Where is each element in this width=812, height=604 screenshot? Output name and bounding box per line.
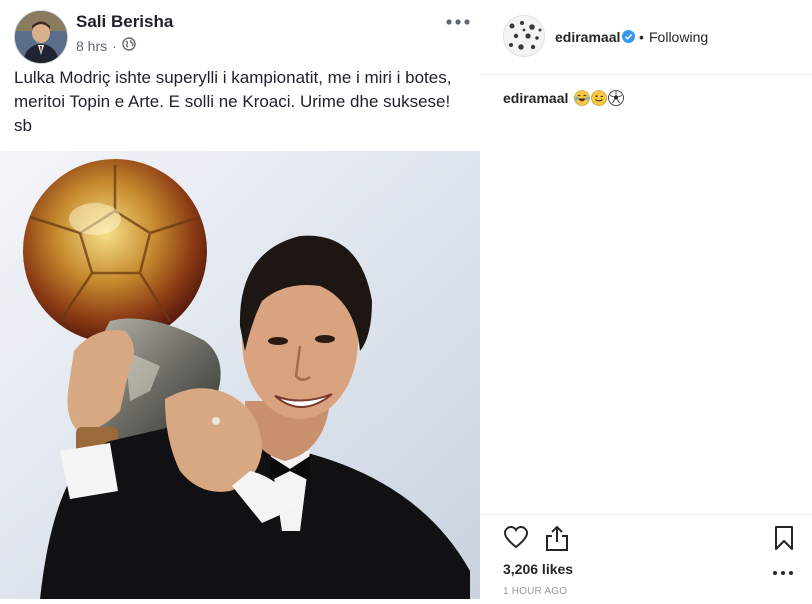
ig-username[interactable]: ediramaal (555, 29, 620, 45)
caption-emojis (574, 90, 625, 106)
ig-header: ediramaal • Following (480, 0, 812, 75)
header-separator: • (639, 29, 644, 45)
facebook-post: Sali Berisha 8 hrs · Lulka Modriç ishte … (0, 0, 480, 599)
ig-avatar[interactable] (503, 15, 545, 57)
caption-username[interactable]: ediramaal (503, 90, 568, 106)
post-meta: 8 hrs · (76, 37, 136, 54)
bookmark-icon[interactable] (772, 525, 796, 551)
heart-icon[interactable] (503, 525, 529, 551)
instagram-panel: ediramaal • Following ediramaal 3,206 li… (480, 0, 812, 599)
post-photo[interactable] (0, 151, 480, 599)
author-avatar[interactable] (14, 10, 68, 64)
more-options-icon[interactable] (444, 8, 472, 32)
verified-badge-icon (622, 30, 635, 48)
share-icon[interactable] (544, 524, 570, 552)
more-horizontal-icon[interactable] (770, 566, 796, 580)
ig-action-bar: 3,206 likes 1 HOUR AGO (480, 514, 812, 600)
soccer-ball-emoji (608, 90, 625, 106)
ig-caption: ediramaal (503, 90, 625, 106)
laughing-tears-emoji (574, 90, 591, 106)
post-text: Lulka Modriç ishte superylli i kampionat… (14, 68, 452, 135)
likes-count[interactable]: 3,206 likes (503, 561, 573, 577)
author-name[interactable]: Sali Berisha (76, 12, 173, 32)
globe-icon[interactable] (122, 37, 136, 54)
following-button[interactable]: Following (649, 29, 708, 45)
post-time[interactable]: 8 hrs (76, 38, 107, 54)
winking-emoji (591, 90, 608, 106)
meta-separator: · (112, 37, 117, 54)
post-time[interactable]: 1 HOUR AGO (503, 586, 567, 597)
